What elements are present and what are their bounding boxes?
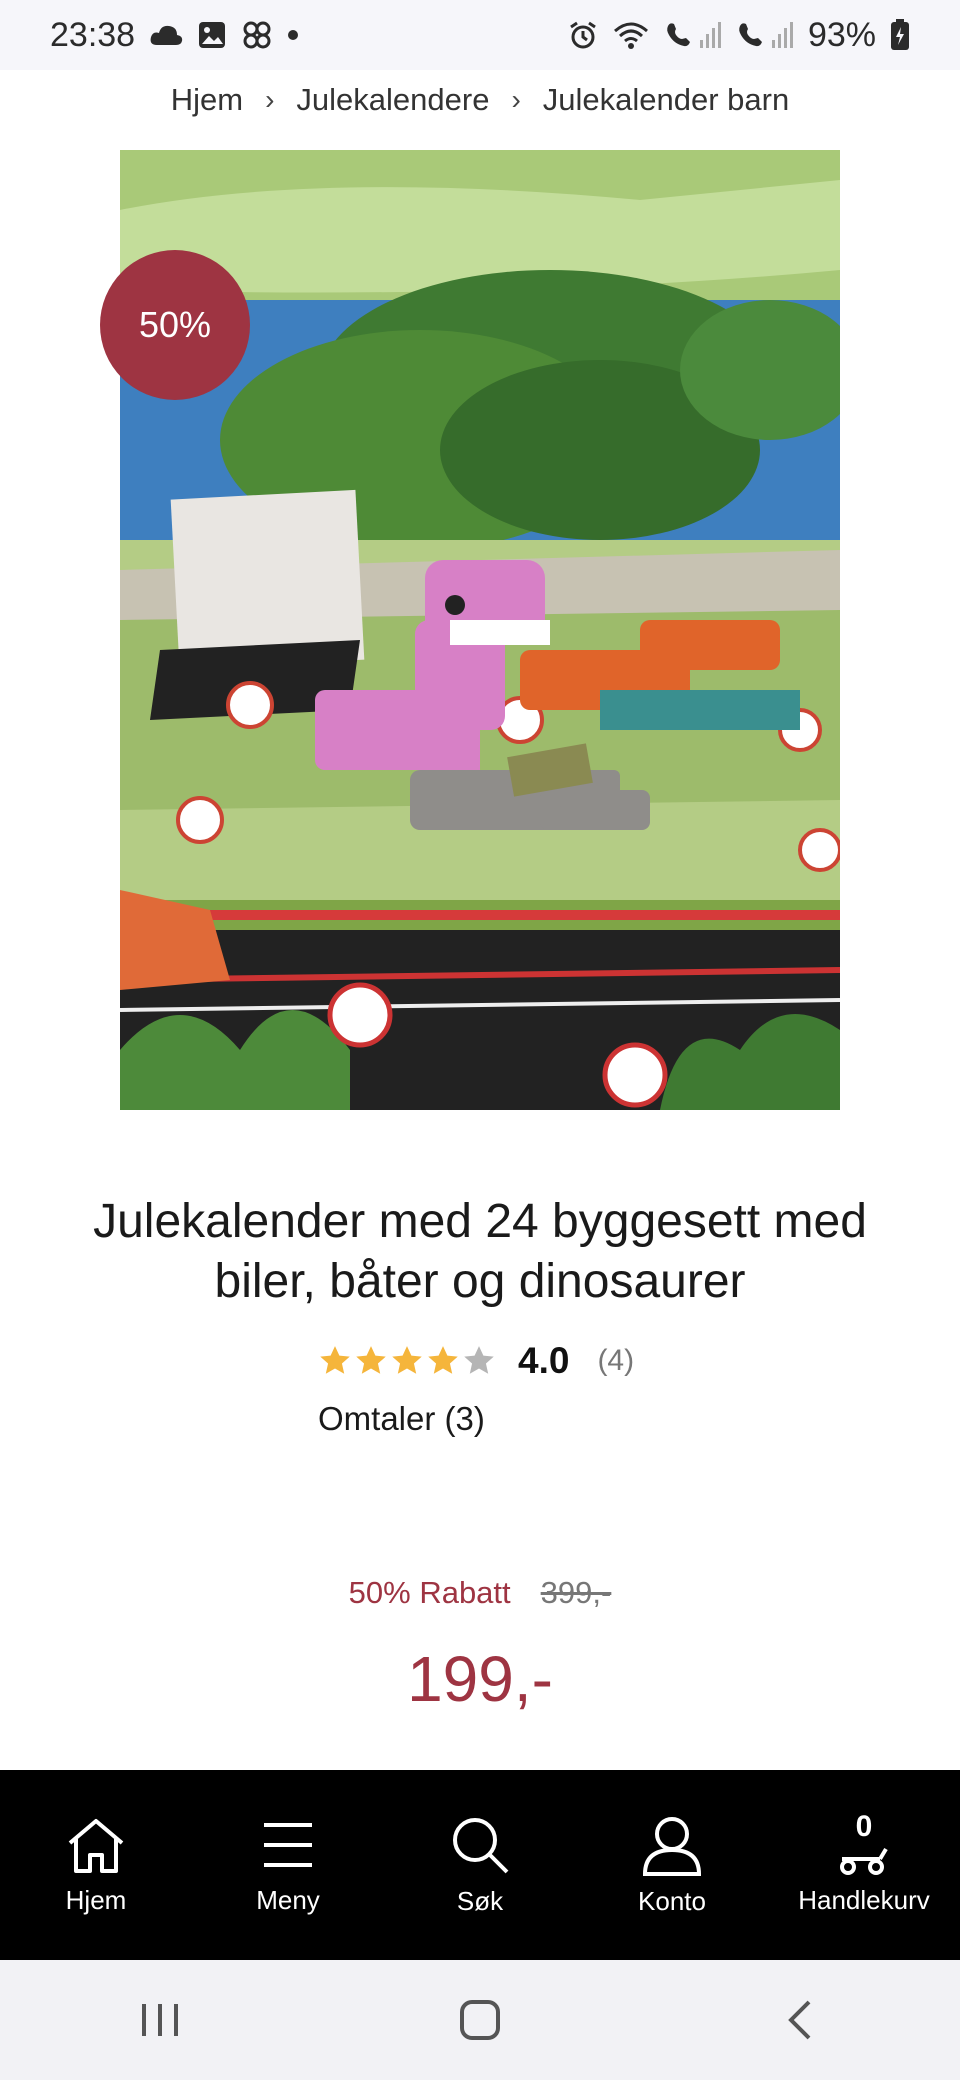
battery-charging-icon [891, 19, 909, 50]
chevron-right-icon: › [265, 84, 275, 115]
nav-menu[interactable]: Meny [193, 1770, 383, 1960]
star-filled-icon [320, 1346, 350, 1374]
breadcrumb-julekalendere[interactable]: Julekalendere [296, 82, 489, 118]
nav-account[interactable]: Konto [577, 1770, 767, 1960]
wifi-icon [613, 22, 648, 49]
home-button[interactable] [420, 1980, 540, 2060]
system-nav [0, 1960, 960, 2080]
nav-home-label: Hjem [65, 1884, 127, 1915]
discount-label: 50% Rabatt [348, 1575, 511, 1610]
gallery-icon [199, 22, 226, 48]
old-price: 399,- [540, 1575, 612, 1610]
status-left: 23:38 [50, 16, 299, 55]
breadcrumb: Hjem › Julekalendere › Julekalender barn [0, 72, 960, 128]
reviews-link[interactable]: Omtaler (3) [318, 1400, 485, 1438]
chevron-right-icon: › [511, 84, 521, 115]
star-empty-icon [464, 1346, 494, 1374]
recent-apps-button[interactable] [100, 1980, 220, 2060]
star-filled-icon [392, 1346, 422, 1374]
cloud-icon [150, 25, 183, 45]
recent-apps-icon [142, 2004, 178, 2036]
back-chevron-icon [788, 2000, 811, 2040]
nav-search-label: Søk [456, 1885, 504, 1916]
nav-menu-label: Meny [256, 1884, 320, 1915]
bottom-nav: Hjem Meny Søk Konto 0 Handlekurv [0, 1770, 960, 1960]
rating-count: (4) [597, 1344, 635, 1377]
product-rating[interactable]: 4.0 (4) [318, 1336, 634, 1386]
status-bar: 23:38 93% [0, 0, 960, 70]
pinwheel-icon [243, 21, 271, 49]
back-button[interactable] [740, 1980, 860, 2060]
home-icon [68, 1818, 124, 1873]
breadcrumb-julekalender-barn[interactable]: Julekalender barn [543, 82, 789, 118]
search-icon [453, 1817, 509, 1873]
cart-count-badge: 0 [855, 1810, 873, 1843]
price-row: 50% Rabatt 399,- [0, 1575, 960, 1611]
user-icon [642, 1816, 702, 1876]
star-filled-icon [356, 1346, 386, 1374]
product-title: Julekalender med 24 byggesett med biler,… [93, 1195, 867, 1308]
breadcrumb-home[interactable]: Hjem [171, 82, 243, 118]
nav-cart-label: Handlekurv [798, 1884, 930, 1915]
status-time: 23:38 [50, 15, 136, 54]
status-right: 93% [568, 16, 910, 55]
nav-search[interactable]: Søk [385, 1770, 575, 1960]
nav-home[interactable]: Hjem [1, 1770, 191, 1960]
star-filled-icon [428, 1346, 458, 1374]
menu-icon [264, 1822, 312, 1867]
rating-stars [318, 1344, 496, 1378]
battery-percent: 93% [807, 15, 876, 54]
current-price: 199,- [407, 1643, 553, 1715]
nav-cart[interactable]: 0 Handlekurv [769, 1770, 959, 1960]
home-square-icon [460, 2000, 500, 2040]
call-signal-2-icon [739, 22, 793, 48]
rating-value: 4.0 [518, 1340, 570, 1381]
nav-account-label: Konto [638, 1885, 706, 1916]
discount-badge: 50% [100, 250, 250, 400]
dot-icon [288, 30, 299, 40]
call-signal-1-icon [667, 22, 721, 48]
alarm-icon [570, 21, 596, 49]
